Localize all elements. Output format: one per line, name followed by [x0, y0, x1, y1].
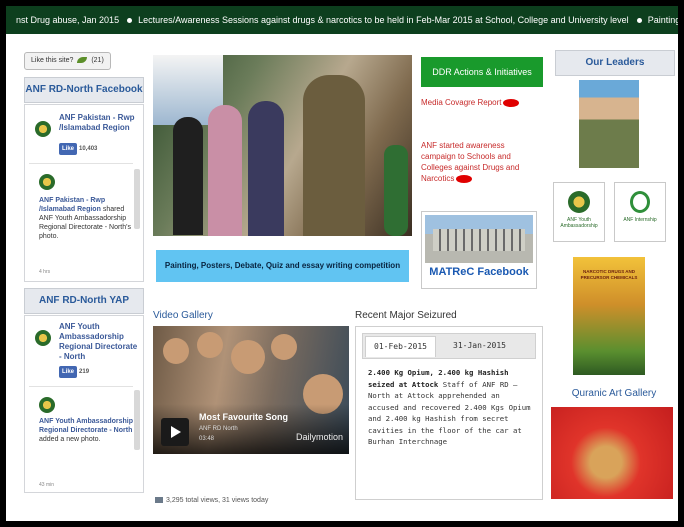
views-text: 3,295 total views, 31 views today: [166, 497, 269, 504]
scrollbar[interactable]: [134, 169, 140, 229]
anf-emblem-icon: [39, 397, 55, 413]
anf-emblem-icon: [568, 191, 590, 213]
seizures-panel: 01-Feb-2015 31-Jan-2015 2.400 Kg Opium, …: [355, 326, 543, 500]
fb-yap-panel-title[interactable]: ANF RD-North YAP Facebook: [24, 288, 144, 330]
anf-emblem-icon: [39, 174, 55, 190]
matrec-facebook-box[interactable]: MATReC Facebook: [421, 211, 537, 289]
news-ticker: nst Drug abuse, Jan 2015 Lectures/Awarene…: [6, 6, 678, 34]
fb-like-count: 10,403: [79, 146, 98, 152]
anf-emblem-icon: [35, 121, 51, 137]
fb-like-button[interactable]: Like: [59, 143, 78, 155]
internship-logo-icon: [630, 191, 650, 213]
new-badge-icon: [503, 98, 520, 107]
youth-ambassadorship-label: ANF Youth Ambassadorship: [560, 217, 598, 229]
child-figure: [163, 338, 189, 364]
fb-widget-1: ANF Pakistan - Rwp /Islamabad Region Lik…: [24, 104, 144, 282]
scrollbar[interactable]: [134, 390, 140, 450]
media-coverage-text: Media Covagre Report: [421, 98, 502, 107]
slideshow-image[interactable]: [153, 55, 412, 236]
seizure-body: Staff of ANF RD – North at Attock appreh…: [368, 379, 531, 447]
seizures-tabs: 01-Feb-2015 31-Jan-2015: [362, 333, 536, 359]
fb-post-author[interactable]: ANF Youth Ambassadorship Regional Direct…: [39, 418, 133, 434]
child-figure: [271, 334, 297, 360]
tab-01-feb-2015[interactable]: 01-Feb-2015: [365, 336, 436, 357]
seizure-article: 2.400 Kg Opium, 2.400 kg Hashish seized …: [368, 367, 534, 448]
fb-post-time: 43 min: [39, 482, 55, 488]
person-figure: [248, 101, 284, 236]
matrec-facebook-label[interactable]: MATReC Facebook: [422, 266, 536, 278]
quranic-art-image[interactable]: [551, 407, 673, 499]
book-cover[interactable]: NARCOTIC DRUGS AND PRECURSOR CHEMICALS: [573, 257, 645, 375]
fb-like-row: Like 10,403: [59, 143, 97, 155]
leaf-icon: [77, 57, 88, 64]
like-site-count: (21): [91, 57, 104, 64]
bullet-icon: [636, 17, 642, 23]
fb-post-author[interactable]: ANF Pakistan - Rwp /Islamabad Region: [39, 197, 105, 213]
ticker-item-2[interactable]: Lectures/Awareness Sessions against drug…: [138, 15, 629, 25]
person-figure: [173, 117, 203, 235]
fb-panel-title[interactable]: ANF RD-North Facebook: [24, 77, 144, 103]
person-figure: [208, 105, 242, 236]
fb-like-count: 219: [79, 369, 90, 375]
fb-page-name[interactable]: ANF Pakistan - Rwp /Islamabad Region: [59, 113, 139, 133]
fb-post-body: added a new photo.: [39, 436, 101, 443]
fb-post: ANF Pakistan - Rwp /Islamabad Region sha…: [29, 163, 133, 280]
play-icon[interactable]: [161, 418, 189, 446]
officer-figure: [303, 75, 365, 236]
like-site-label: Like this site?: [31, 57, 74, 64]
stats-icon: [155, 497, 163, 504]
fb-like-button[interactable]: Like: [59, 366, 78, 378]
fb-post-text: ANF Pakistan - Rwp /Islamabad Region sha…: [39, 196, 139, 241]
fb-post-time: 4 hrs: [39, 269, 51, 275]
tab-31-jan-2015[interactable]: 31-Jan-2015: [445, 336, 514, 356]
bullet-icon: [127, 17, 133, 23]
fb-post: ANF Youth Ambassadorship Regional Direct…: [29, 386, 133, 491]
video-title[interactable]: Most Favourite Song: [199, 412, 288, 422]
video-channel: ANF RD North: [199, 426, 238, 432]
fb-page-name[interactable]: ANF Youth Ambassadorship Regional Direct…: [59, 322, 139, 362]
page: nst Drug abuse, Jan 2015 Lectures/Awarene…: [6, 6, 678, 521]
quranic-art-title[interactable]: Quranic Art Gallery: [555, 388, 673, 399]
awareness-campaign-link[interactable]: ANF started awareness campaign to School…: [421, 140, 521, 184]
internship-label: ANF Internship: [623, 217, 657, 223]
ddr-actions-button[interactable]: DDR Actions & Initiatives: [421, 57, 543, 87]
seizures-title: Recent Major Seizured: [355, 310, 457, 321]
ticker-item-3[interactable]: Paintings: [648, 15, 678, 25]
matrec-building-image: [425, 215, 533, 263]
dailymotion-logo: Dailymotion: [295, 432, 343, 442]
video-player[interactable]: Most Favourite Song ANF RD North 03:48 D…: [153, 326, 349, 454]
fb-widget-2: ANF Youth Ambassadorship Regional Direct…: [24, 315, 144, 493]
like-site-button[interactable]: Like this site? (21): [24, 52, 111, 70]
internship-tile[interactable]: ANF Internship: [614, 182, 666, 242]
video-duration: 03:48: [199, 436, 215, 442]
child-figure: [197, 332, 223, 358]
youth-ambassadorship-tile[interactable]: ANF Youth Ambassadorship: [553, 182, 605, 242]
ticker-item-1[interactable]: nst Drug abuse, Jan 2015: [6, 15, 119, 25]
fb-post-text: ANF Youth Ambassadorship Regional Direct…: [39, 417, 139, 444]
anf-emblem-icon: [35, 330, 51, 346]
competition-banner[interactable]: Painting, Posters, Debate, Quiz and essa…: [156, 250, 409, 282]
video-gallery-title[interactable]: Video Gallery: [153, 310, 213, 321]
fb-like-row: Like 219: [59, 366, 89, 378]
our-leaders-title: Our Leaders: [555, 50, 675, 76]
views-counter: 3,295 total views, 31 views today: [155, 497, 268, 504]
new-badge-icon: [456, 174, 473, 183]
child-figure: [231, 340, 265, 374]
book-title: NARCOTIC DRUGS AND PRECURSOR CHEMICALS: [580, 269, 638, 280]
plant-decoration: [384, 145, 408, 236]
media-coverage-link[interactable]: Media Covagre Report: [421, 97, 541, 108]
leader-photo[interactable]: [579, 80, 639, 168]
